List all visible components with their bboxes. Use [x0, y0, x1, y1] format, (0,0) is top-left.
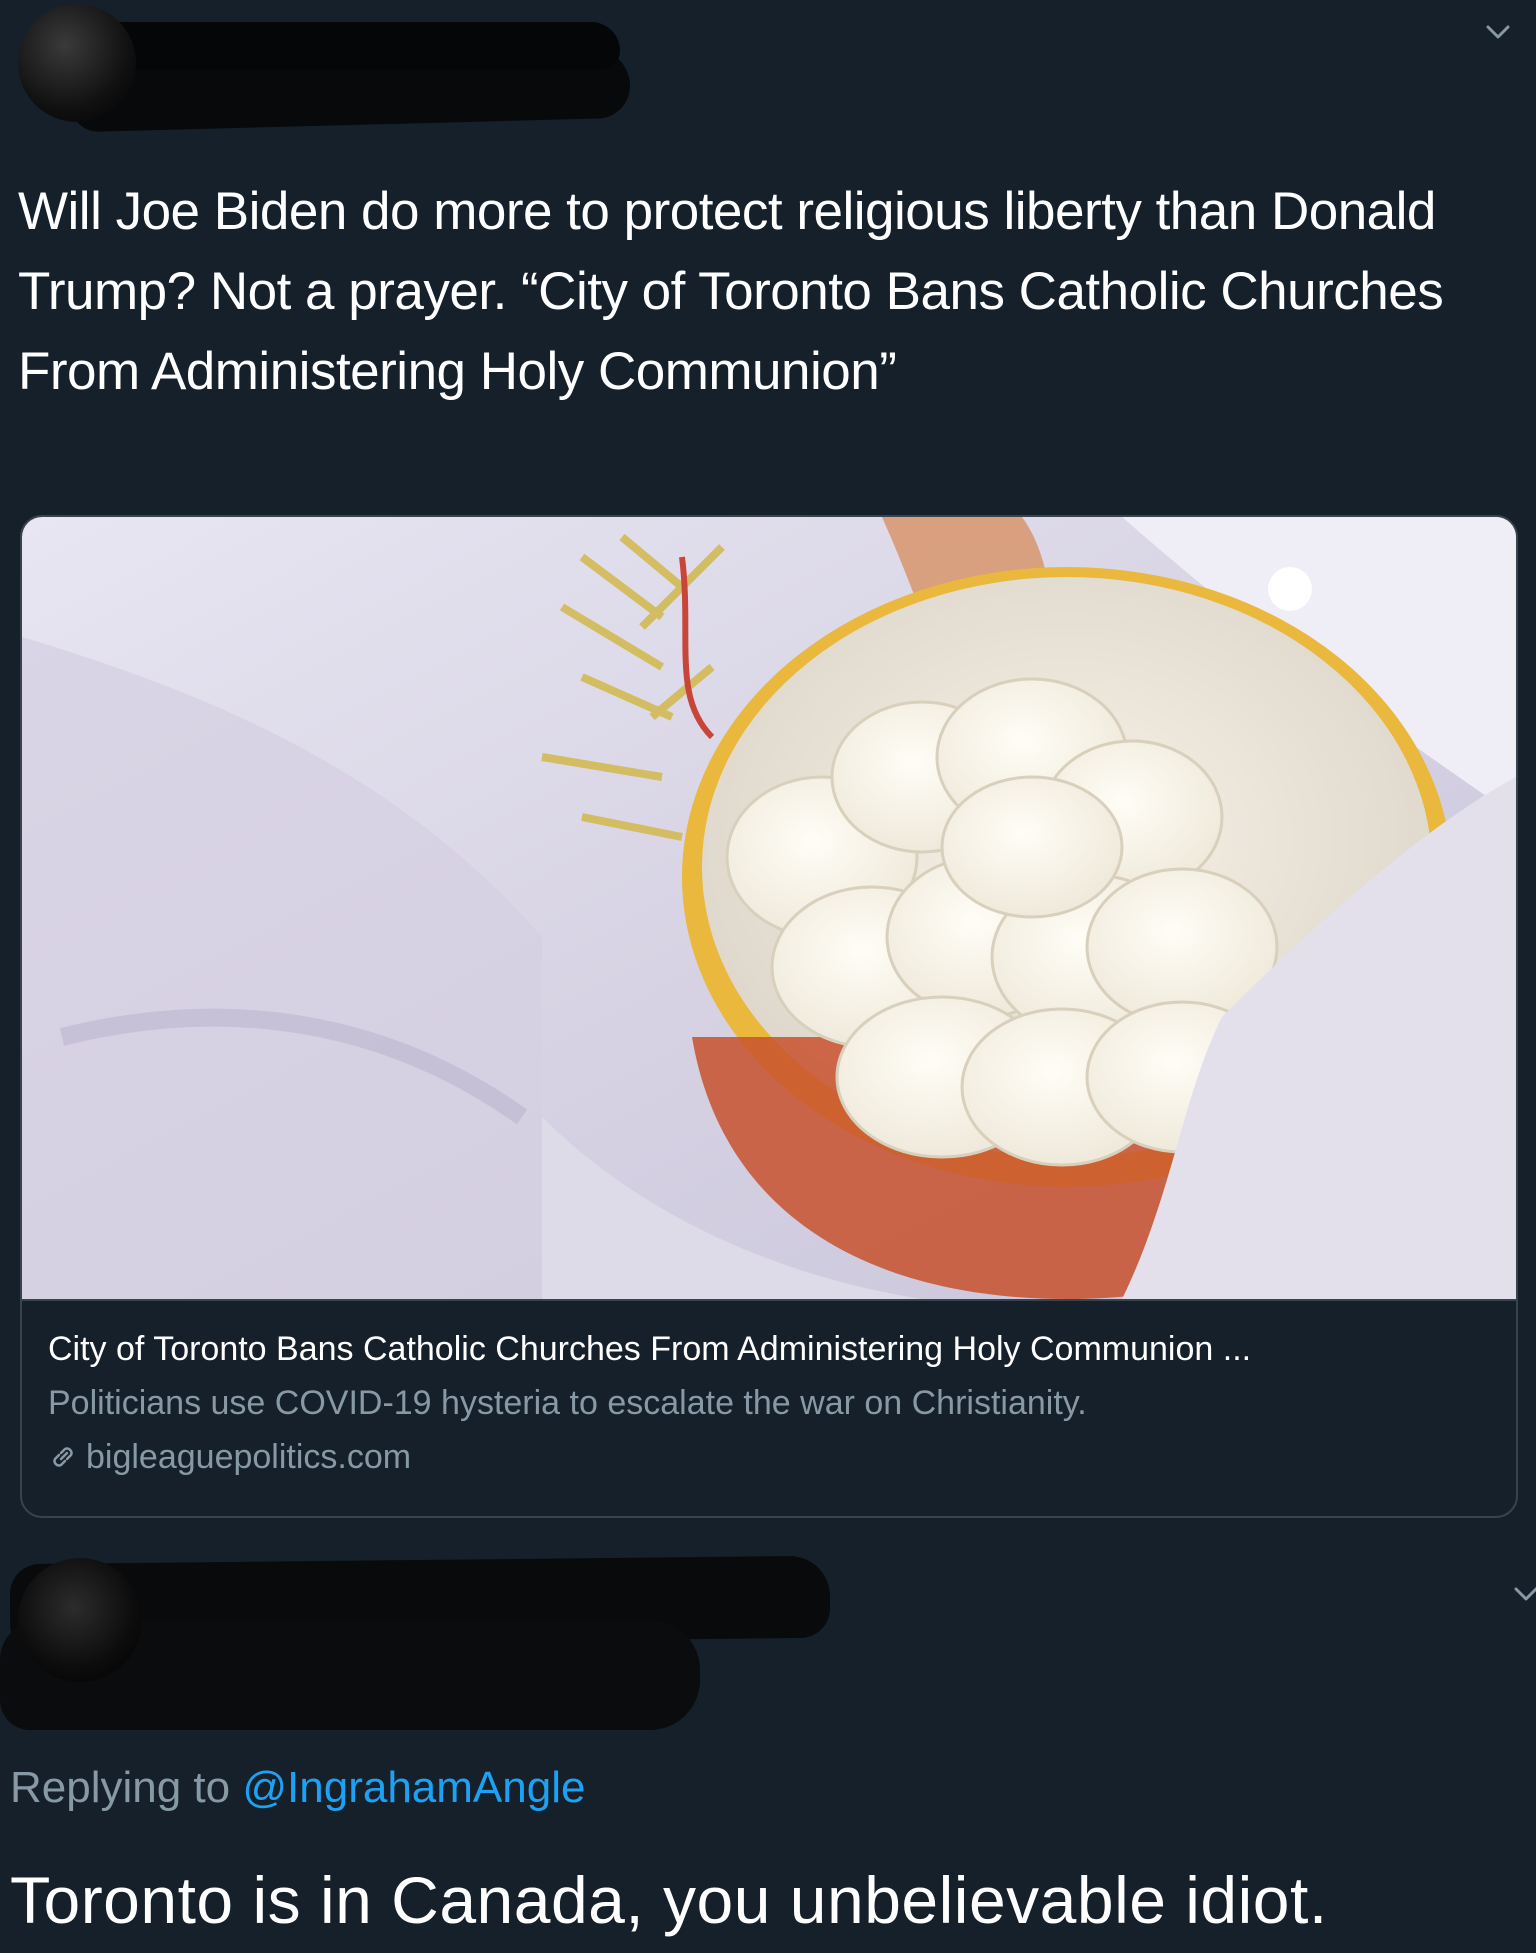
- tweet-thread-screen: Will Joe Biden do more to protect religi…: [0, 0, 1536, 1953]
- replying-to-line: Replying to @IngrahamAngle: [10, 1760, 585, 1816]
- link-preview-card[interactable]: City of Toronto Bans Catholic Churches F…: [20, 515, 1518, 1518]
- link-card-title[interactable]: City of Toronto Bans Catholic Churches F…: [48, 1327, 1488, 1371]
- avatar[interactable]: [18, 4, 136, 122]
- communion-wafers-bowl-photo[interactable]: [22, 517, 1516, 1301]
- link-icon: [48, 1442, 78, 1472]
- avatar[interactable]: [18, 1558, 142, 1682]
- redaction-mark: [80, 22, 620, 70]
- chevron-down-icon[interactable]: [1484, 18, 1512, 46]
- tweet-header: [0, 0, 1536, 150]
- link-card-domain-row[interactable]: bigleaguepolitics.com: [48, 1435, 1488, 1479]
- chevron-down-icon[interactable]: [1512, 1580, 1536, 1608]
- replying-handle-link[interactable]: @IngrahamAngle: [242, 1763, 585, 1812]
- reply-text: Toronto is in Canada, you unbelievable i…: [10, 1863, 1328, 1937]
- link-card-body[interactable]: City of Toronto Bans Catholic Churches F…: [48, 1327, 1488, 1479]
- link-card-domain[interactable]: bigleaguepolitics.com: [86, 1435, 411, 1479]
- replying-prefix: Replying to: [10, 1763, 231, 1812]
- reply-header: [0, 1520, 1536, 1730]
- tweet-text: Will Joe Biden do more to protect religi…: [18, 182, 1444, 401]
- link-card-description: Politicians use COVID-19 hysteria to esc…: [48, 1384, 1087, 1422]
